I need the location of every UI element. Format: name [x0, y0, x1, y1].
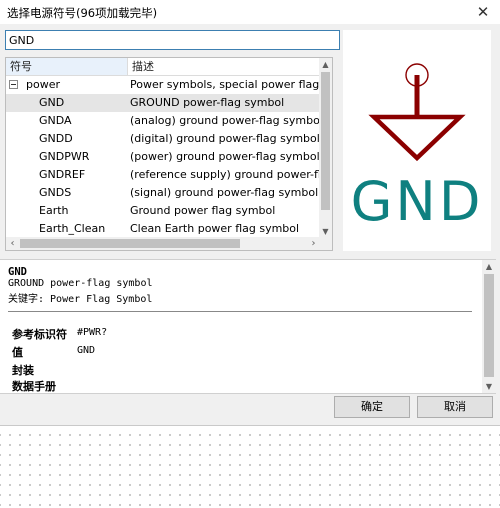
symbol-description-cell: Clean Earth power flag symbol	[130, 222, 300, 235]
tree-row[interactable]: GNDPWR (power) ground power-flag symbol	[6, 148, 320, 166]
column-header-symbol[interactable]: 符号	[6, 58, 128, 75]
symbol-name: GNDD	[39, 132, 73, 145]
tree-vertical-scrollbar[interactable]: ▲ ▼	[319, 58, 332, 238]
symbol-name: GNDS	[39, 186, 72, 199]
details-separator	[8, 311, 472, 312]
scroll-up-arrow-icon[interactable]: ▲	[319, 58, 332, 71]
close-button[interactable]: ✕	[466, 0, 500, 24]
symbol-description-cell: (signal) ground power-flag symbol	[130, 186, 319, 199]
symbol-description-cell: Ground power flag symbol	[130, 204, 276, 217]
collapse-icon[interactable]	[9, 80, 18, 89]
field-label-footprint: 封装	[12, 364, 34, 377]
symbol-name: power	[26, 78, 60, 91]
schematic-canvas-background	[0, 425, 500, 508]
symbol-name: Earth_Clean	[39, 222, 106, 235]
search-input[interactable]	[5, 30, 340, 50]
symbol-description-cell: (reference supply) ground power-flag	[130, 168, 320, 181]
symbol-description-cell: Power symbols, special power flags	[130, 78, 320, 91]
symbol-preview: GND	[343, 30, 491, 251]
cancel-button[interactable]: 取消	[417, 396, 493, 418]
details-scrollbar[interactable]: ▲ ▼	[482, 260, 496, 393]
symbol-description-cell: (analog) ground power-flag symbol	[130, 114, 320, 127]
choose-power-symbol-dialog: 选择电源符号(96项加载完毕) ✕ 符号 描述 power Power symbo…	[0, 0, 500, 426]
field-label-reference: 参考标识符	[12, 328, 67, 341]
details-description: GROUND power-flag symbol	[8, 278, 153, 289]
horizontal-scroll-thumb[interactable]	[20, 239, 240, 248]
field-label-datasheet: 数据手册	[12, 380, 56, 393]
field-value-value: GND	[77, 345, 96, 356]
tree-row[interactable]: GNDREF (reference supply) ground power-fl…	[6, 166, 320, 184]
symbol-description-cell: (digital) ground power-flag symbol	[130, 132, 320, 145]
symbol-name: GND	[39, 96, 65, 109]
window-title: 选择电源符号(96项加载完毕)	[7, 6, 158, 20]
tree-row[interactable]: Earth Ground power flag symbol	[6, 202, 320, 220]
tree-group-row[interactable]: power Power symbols, special power flags	[6, 76, 320, 94]
title-bar: 选择电源符号(96项加载完毕) ✕	[0, 0, 500, 24]
tree-row[interactable]: GNDS (signal) ground power-flag symbol	[6, 184, 320, 202]
tree-row[interactable]: GNDA (analog) ground power-flag symbol	[6, 112, 320, 130]
ok-button[interactable]: 确定	[334, 396, 410, 418]
column-header-description[interactable]: 描述	[128, 58, 320, 75]
scroll-left-arrow-icon[interactable]: ‹	[6, 237, 19, 250]
details-scroll-thumb[interactable]	[484, 274, 494, 377]
symbol-name: GNDREF	[39, 168, 86, 181]
symbol-name: Earth	[39, 204, 69, 217]
gnd-symbol-preview: GND	[351, 63, 484, 233]
scroll-thumb[interactable]	[321, 72, 330, 210]
field-label-value: 值	[12, 346, 23, 359]
symbol-name: GNDA	[39, 114, 72, 127]
symbol-description-cell: (power) ground power-flag symbol	[130, 150, 320, 163]
details-keywords: 关键字: Power Flag Symbol	[8, 294, 153, 305]
symbol-tree: 符号 描述 power Power symbols, special power …	[5, 57, 333, 251]
symbol-name: GNDPWR	[39, 150, 90, 163]
tree-row[interactable]: Earth_Clean Clean Earth power flag symbol	[6, 220, 320, 238]
field-value-reference: #PWR?	[77, 327, 108, 338]
details-scroll-up-icon[interactable]: ▲	[482, 260, 496, 273]
details-scroll-down-icon[interactable]: ▼	[482, 380, 496, 393]
tree-row[interactable]: GND GROUND power-flag symbol	[6, 94, 320, 112]
scroll-corner	[319, 237, 332, 250]
symbol-details-panel: GND GROUND power-flag symbol 关键字: Power …	[0, 259, 496, 394]
symbol-description-cell: GROUND power-flag symbol	[130, 96, 285, 109]
details-symbol-name: GND	[8, 266, 27, 278]
tree-header: 符号 描述	[6, 58, 320, 76]
tree-horizontal-scrollbar[interactable]: ‹ ›	[6, 237, 320, 250]
tree-row[interactable]: GNDD (digital) ground power-flag symbol	[6, 130, 320, 148]
preview-label: GND	[351, 170, 484, 233]
ground-triangle-icon	[368, 114, 466, 162]
